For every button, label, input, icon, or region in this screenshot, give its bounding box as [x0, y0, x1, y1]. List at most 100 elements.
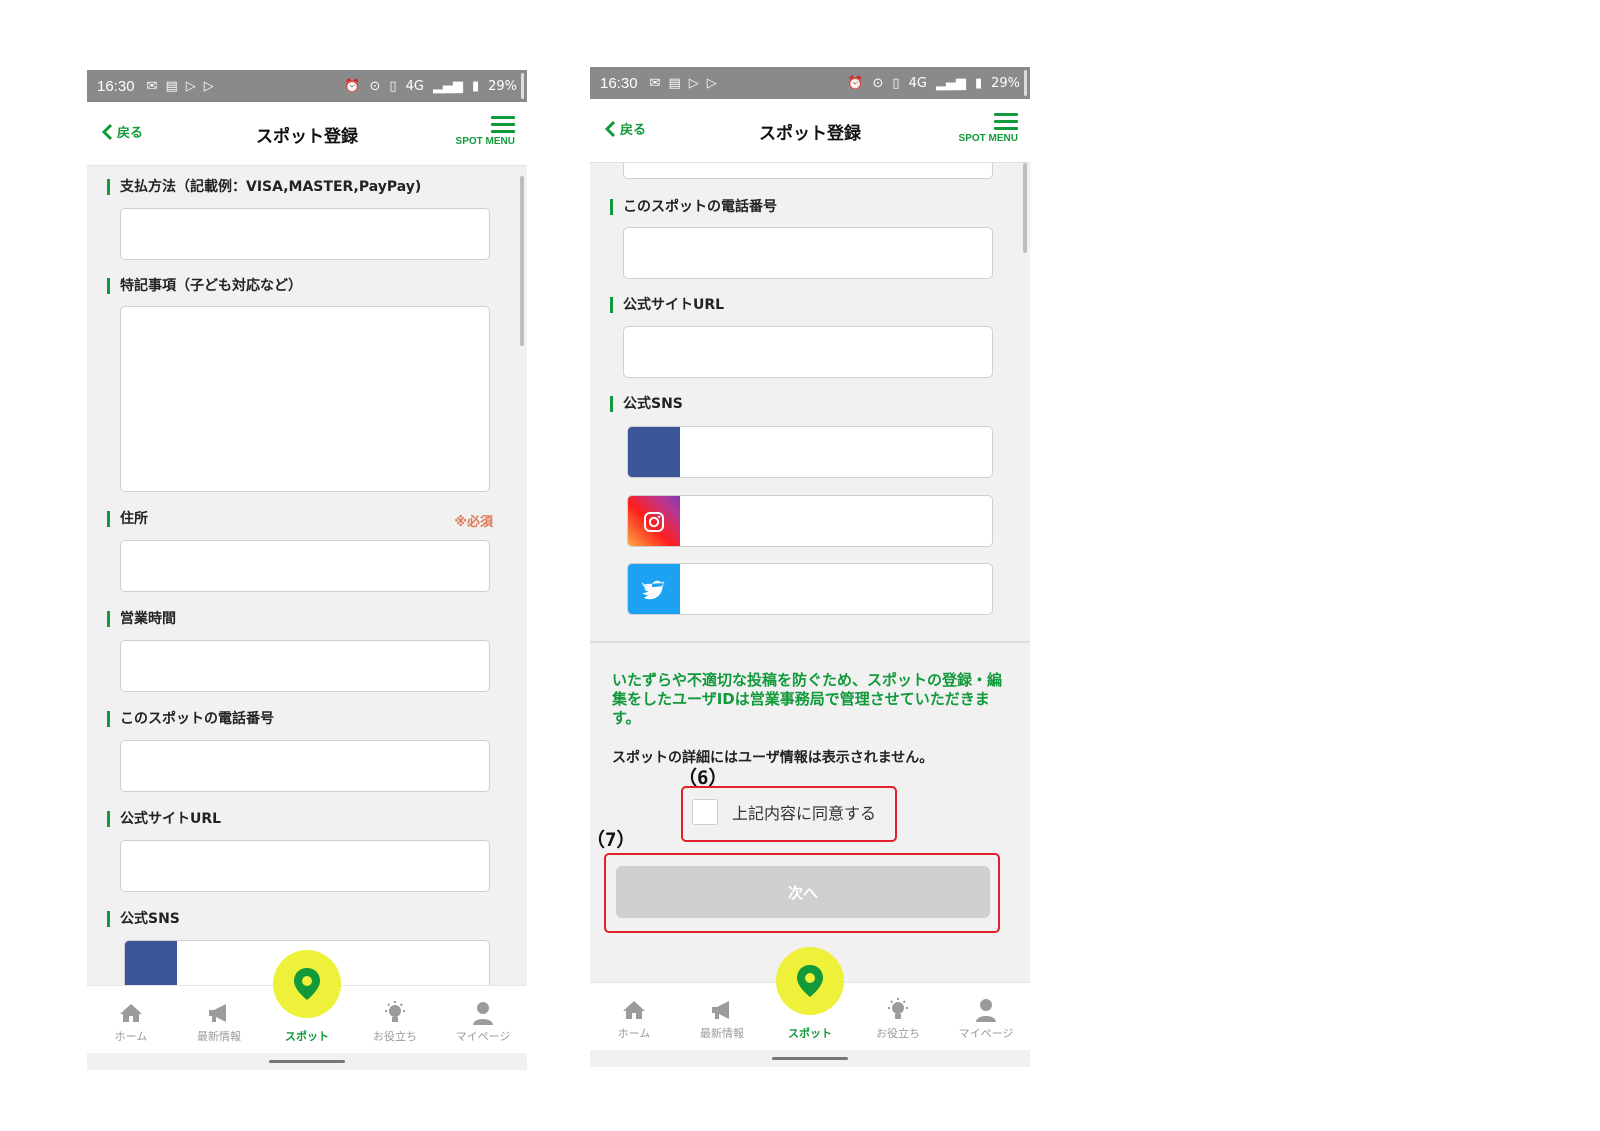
sns-label: 公式SNS: [610, 396, 683, 412]
megaphone-icon: [206, 1000, 232, 1026]
status-time: 16:30: [97, 77, 135, 95]
instagram-input[interactable]: [627, 495, 993, 547]
nav-home-label: ホーム: [114, 1030, 148, 1043]
status-scroll-indicator: [521, 73, 524, 99]
alarm-icon: ⏰: [344, 78, 361, 94]
phone-label: このスポットの電話番号: [107, 711, 274, 727]
play-store-icon: ▷: [706, 75, 717, 91]
instagram-icon: [628, 496, 680, 546]
phone-screen-right: 16:30 ✉ ▤ ▷ ▷ ⏰ ⊙ ▯ 4G ▂▄▆ ▮ 29% 戻る スポット…: [590, 67, 1030, 1067]
signal-icon: ▂▄▆: [432, 78, 463, 94]
home-icon: [621, 997, 647, 1023]
spot-menu-button[interactable]: SPOT MENU: [959, 113, 1018, 144]
mail-icon: ✉: [146, 78, 158, 94]
battery-icon: ▮: [471, 78, 480, 94]
url-input[interactable]: [623, 326, 993, 378]
play-store-icon: ▷: [203, 78, 214, 94]
privacy-note: スポットの詳細にはユーザ情報は表示されません。: [612, 750, 934, 766]
address-label: 住所: [107, 511, 148, 527]
nav-spot[interactable]: スポット: [263, 950, 351, 1054]
vibrate-icon: ▯: [892, 75, 900, 91]
clipboard-icon: ▤: [668, 75, 681, 91]
agree-checkbox[interactable]: [692, 799, 718, 825]
required-badge: ※必須: [454, 515, 493, 530]
battery-icon: ▮: [974, 75, 983, 91]
spot-fab[interactable]: [776, 947, 844, 1015]
payment-input[interactable]: [120, 208, 490, 260]
annotation-7: （7）: [590, 829, 636, 851]
battery-level: 29%: [488, 78, 517, 94]
nav-news-label: 最新情報: [700, 1027, 744, 1040]
status-bar: 16:30 ✉ ▤ ▷ ▷ ⏰ ⊙ ▯ 4G ▂▄▆ ▮ 29%: [590, 67, 1030, 99]
map-pin-icon: [797, 965, 823, 997]
mail-icon: ✉: [649, 75, 661, 91]
payment-label: 支払方法（記載例：VISA,MASTER,PayPay): [107, 179, 421, 195]
megaphone-icon: [709, 997, 735, 1023]
phone-input[interactable]: [623, 227, 993, 279]
status-scroll-indicator: [1024, 70, 1027, 96]
facebook-icon: [628, 427, 680, 477]
status-time: 16:30: [600, 74, 638, 92]
facebook-input[interactable]: [627, 426, 993, 478]
phone-input[interactable]: [120, 740, 490, 792]
phone-screen-left: 16:30 ✉ ▤ ▷ ▷ ⏰ ⊙ ▯ 4G ▂▄▆ ▮ 29% 戻る スポット…: [87, 70, 527, 1070]
home-indicator: [772, 1057, 848, 1060]
nav-home[interactable]: ホーム: [87, 986, 175, 1054]
address-input[interactable]: [120, 540, 490, 592]
phone-label: このスポットの電話番号: [610, 199, 777, 215]
network-label: 4G: [405, 78, 424, 94]
notification-icons: ✉ ▤ ▷ ▷: [147, 79, 214, 94]
nav-useful[interactable]: お役立ち: [351, 986, 439, 1054]
agree-label: 上記内容に同意する: [732, 804, 877, 823]
hamburger-icon: [456, 116, 515, 133]
map-pin-icon: [294, 968, 320, 1000]
home-icon: [118, 1000, 144, 1026]
app-bar: 戻る スポット登録 SPOT MENU: [87, 102, 527, 166]
play-icon: ▷: [688, 75, 699, 91]
bottom-nav: ホーム 最新情報 スポット お役立ち マイページ: [87, 950, 527, 1054]
network-label: 4G: [908, 75, 927, 91]
location-icon: ⊙: [872, 75, 884, 91]
lightbulb-icon: [382, 1000, 408, 1026]
scrollbar[interactable]: [1023, 163, 1027, 253]
nav-home-label: ホーム: [617, 1027, 651, 1040]
vibrate-icon: ▯: [389, 78, 397, 94]
system-icons: ⏰ ⊙ ▯ 4G ▂▄▆ ▮ 29%: [344, 79, 517, 94]
play-icon: ▷: [185, 78, 196, 94]
next-button[interactable]: 次へ: [616, 866, 990, 918]
notes-textarea[interactable]: [120, 306, 490, 492]
spot-menu-label: SPOT MENU: [958, 133, 1018, 144]
notification-icons: ✉ ▤ ▷ ▷: [650, 76, 717, 91]
scrollbar[interactable]: [520, 176, 524, 346]
spot-menu-button[interactable]: SPOT MENU: [456, 116, 515, 147]
nav-mypage[interactable]: マイページ: [439, 986, 527, 1054]
form-content: 支払方法（記載例：VISA,MASTER,PayPay) 特記事項（子ども対応な…: [87, 166, 527, 1070]
url-input[interactable]: [120, 840, 490, 892]
lightbulb-icon: [885, 997, 911, 1023]
nav-useful-label: お役立ち: [373, 1030, 417, 1043]
nav-home[interactable]: ホーム: [590, 983, 678, 1051]
twitter-input[interactable]: [627, 563, 993, 615]
bottom-nav: ホーム 最新情報 スポット お役立ち マイページ: [590, 947, 1030, 1051]
system-icons: ⏰ ⊙ ▯ 4G ▂▄▆ ▮ 29%: [847, 76, 1020, 91]
nav-spot[interactable]: スポット: [766, 947, 854, 1051]
url-label: 公式サイトURL: [107, 811, 221, 827]
signal-icon: ▂▄▆: [935, 75, 966, 91]
nav-mypage-label: マイページ: [455, 1030, 511, 1043]
agree-checkbox-row[interactable]: 上記内容に同意する: [692, 799, 876, 825]
app-bar: 戻る スポット登録 SPOT MENU: [590, 99, 1030, 163]
nav-news[interactable]: 最新情報: [678, 983, 766, 1051]
notice-text: いたずらや不適切な投稿を防ぐため、スポットの登録・編集をしたユーザIDは営業事務…: [612, 671, 1003, 727]
nav-news[interactable]: 最新情報: [175, 986, 263, 1054]
nav-useful[interactable]: お役立ち: [854, 983, 942, 1051]
hours-input[interactable]: [120, 640, 490, 692]
spot-menu-label: SPOT MENU: [455, 136, 515, 147]
nav-mypage[interactable]: マイページ: [942, 983, 1030, 1051]
nav-mypage-label: マイページ: [958, 1027, 1014, 1040]
previous-field-input[interactable]: [623, 163, 993, 179]
twitter-icon: [628, 564, 680, 614]
clipboard-icon: ▤: [165, 78, 178, 94]
spot-fab[interactable]: [273, 950, 341, 1018]
nav-news-label: 最新情報: [197, 1030, 241, 1043]
nav-spot-label: スポット: [285, 1030, 329, 1043]
